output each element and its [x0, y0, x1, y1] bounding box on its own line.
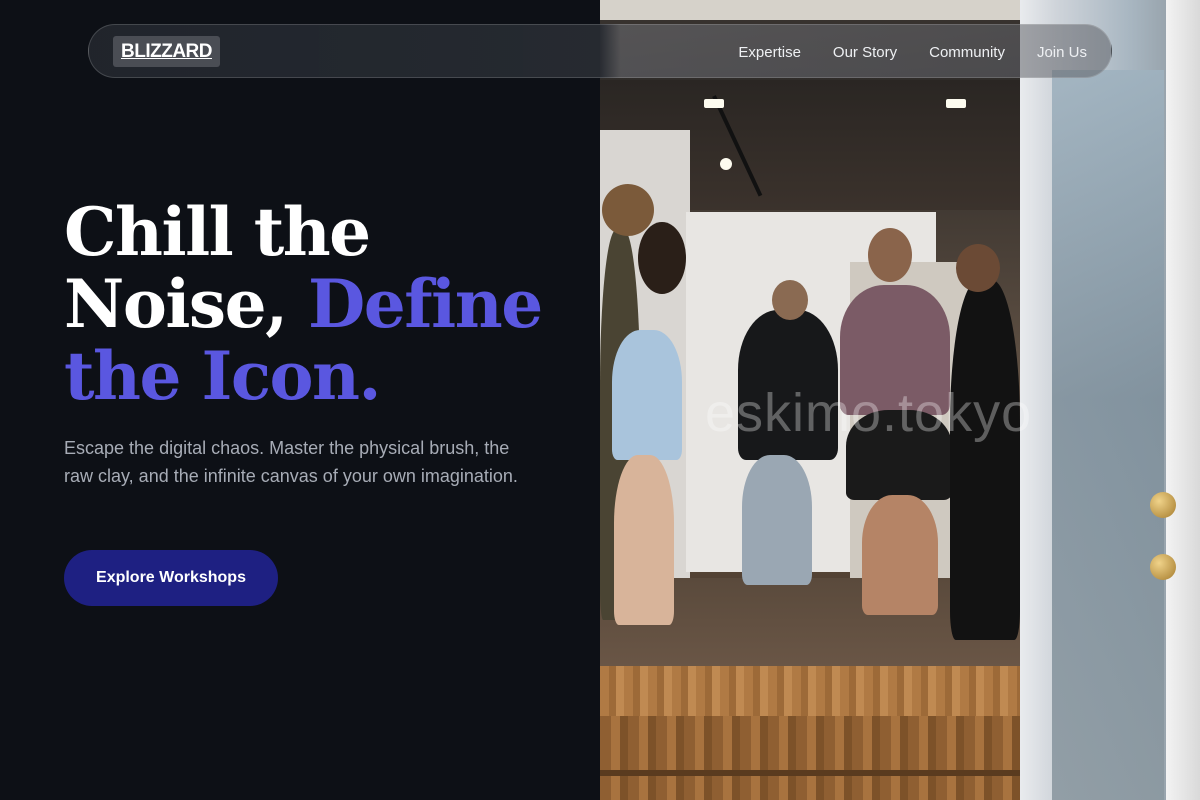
- photo-step: [600, 716, 1030, 800]
- photo-step-edge: [600, 770, 1030, 776]
- hero-panel: Chill the Noise, Define the Icon. Escape…: [0, 0, 600, 800]
- nav-link-join-us[interactable]: Join Us: [1037, 44, 1087, 61]
- hero-headline: Chill the Noise, Define the Icon.: [64, 196, 584, 412]
- photo-watermark: eskimo.tokyo: [705, 383, 1033, 443]
- photo-door-glass: [1052, 70, 1164, 800]
- nav-link-community[interactable]: Community: [929, 44, 1005, 61]
- nav-link-our-story[interactable]: Our Story: [833, 44, 897, 61]
- photo-person-legs: [742, 455, 812, 585]
- hero-subtext: Escape the digital chaos. Master the phy…: [64, 438, 518, 486]
- photo-door-knob: [1150, 492, 1176, 518]
- photo-signboard: [600, 0, 1032, 20]
- photo-person: [950, 280, 1020, 640]
- photo-person-head: [602, 184, 654, 236]
- photo-step: [600, 666, 1030, 716]
- nav-link-expertise[interactable]: Expertise: [738, 44, 801, 61]
- photo-person-head: [956, 244, 1000, 292]
- photo-person-head: [638, 222, 686, 294]
- photo-ceiling-light: [946, 99, 966, 108]
- headline-line2: Noise,: [64, 265, 288, 343]
- photo-person: [612, 330, 682, 460]
- top-navbar: BLIZZARD Expertise Our Story Community J…: [88, 24, 1112, 78]
- hero-photo: eskimo.tokyo: [600, 0, 1200, 800]
- brand-logo[interactable]: BLIZZARD: [113, 36, 220, 67]
- photo-person-head: [868, 228, 912, 282]
- photo-person-head: [772, 280, 808, 320]
- photo-door-knob: [1150, 554, 1176, 580]
- photo-person-legs: [614, 455, 674, 625]
- photo-person-legs: [862, 495, 938, 615]
- photo-spotlight: [720, 158, 732, 170]
- explore-workshops-button[interactable]: Explore Workshops: [64, 550, 278, 606]
- headline-line1: Chill the: [64, 193, 371, 271]
- nav-links: Expertise Our Story Community Join Us: [738, 25, 1087, 79]
- photo-door-post: [1166, 0, 1200, 800]
- photo-ceiling-light: [704, 99, 724, 108]
